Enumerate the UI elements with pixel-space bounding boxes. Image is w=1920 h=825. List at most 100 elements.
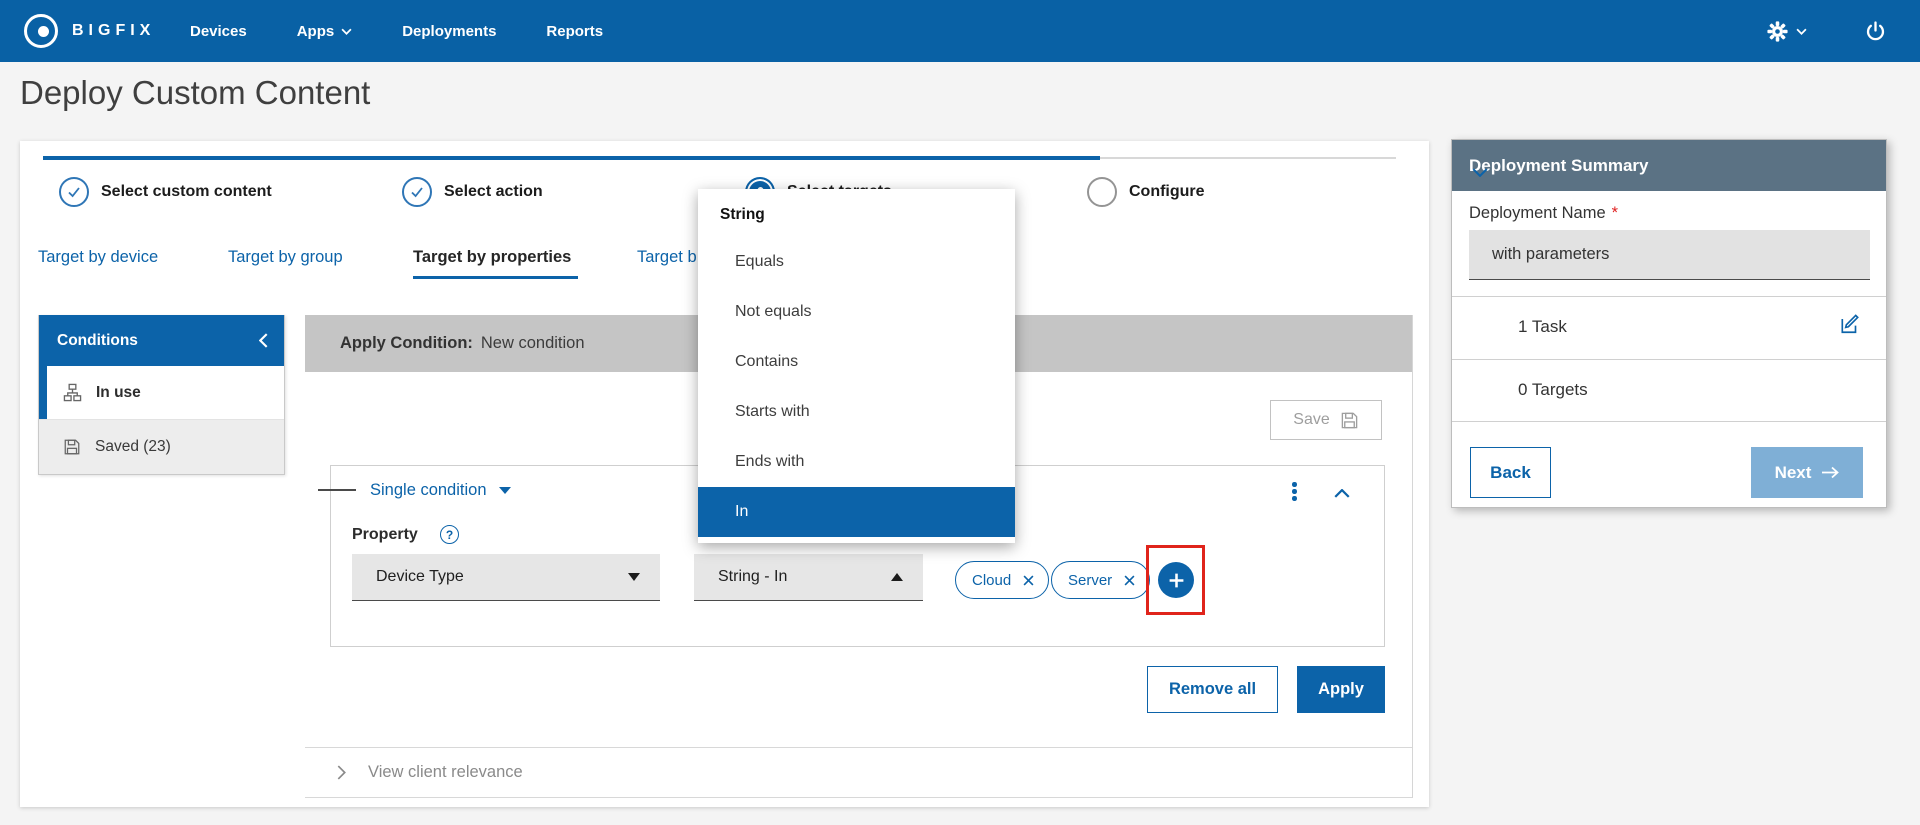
chevron-right-icon <box>337 765 346 780</box>
nav-item-apps[interactable]: Apps <box>297 23 353 40</box>
help-icon[interactable]: ? <box>440 525 459 544</box>
apply-condition-prefix: Apply Condition: <box>340 334 473 353</box>
targets-count: 0 Targets <box>1518 380 1588 400</box>
view-client-relevance-label: View client relevance <box>368 763 523 782</box>
chevron-down-icon[interactable] <box>1472 164 1488 182</box>
value-chip-server[interactable]: Server <box>1051 561 1150 599</box>
step-complete-icon <box>402 177 432 207</box>
stepper-remaining-line <box>1100 157 1396 159</box>
hierarchy-icon <box>63 383 82 402</box>
step-configure[interactable]: Configure <box>1087 177 1205 207</box>
stepper-progress-line <box>43 156 1100 160</box>
conditions-panel: Conditions In use Sa <box>38 315 285 475</box>
close-icon[interactable] <box>1023 575 1034 586</box>
nav-item-reports[interactable]: Reports <box>546 23 603 40</box>
gear-icon <box>1767 21 1788 42</box>
deployment-summary-panel: Deployment Summary Deployment Name* 1 Ta… <box>1451 139 1887 508</box>
divider <box>1452 421 1886 422</box>
save-icon <box>1340 411 1359 430</box>
add-value-button[interactable] <box>1158 562 1194 598</box>
operator-select[interactable]: String - In <box>694 554 923 601</box>
arrow-right-icon <box>1821 466 1839 479</box>
dropdown-option-contains[interactable]: Contains <box>698 337 1015 387</box>
brand-name: BIGFIX <box>72 22 155 40</box>
dropdown-option-ends-with[interactable]: Ends with <box>698 437 1015 487</box>
divider <box>1452 296 1886 297</box>
chevron-down-icon <box>341 28 352 35</box>
bigfix-logo[interactable]: BIGFIX <box>24 0 155 62</box>
step-label: Select action <box>444 183 543 201</box>
condition-type-label: Single condition <box>370 481 487 500</box>
nav-right <box>1767 0 1886 62</box>
caret-down-icon <box>499 487 511 494</box>
page-title: Deploy Custom Content <box>20 74 370 112</box>
conditions-item-saved[interactable]: Saved (23) <box>39 420 284 474</box>
view-client-relevance-toggle[interactable]: View client relevance <box>305 747 1412 798</box>
dropdown-option-in[interactable]: In <box>698 487 1015 537</box>
step-select-custom-content[interactable]: Select custom content <box>59 177 272 207</box>
conditions-item-label: In use <box>96 384 141 402</box>
step-pending-icon <box>1087 177 1117 207</box>
nav-item-label: Devices <box>190 23 247 40</box>
save-button[interactable]: Save <box>1270 400 1382 440</box>
caret-down-icon <box>628 573 640 581</box>
collapse-chevron-left-icon[interactable] <box>259 333 268 348</box>
content-right-border <box>1412 315 1413 798</box>
property-label: Property <box>352 526 418 544</box>
apply-condition-name: New condition <box>481 334 585 353</box>
save-button-label: Save <box>1293 411 1329 429</box>
remove-all-button[interactable]: Remove all <box>1147 666 1278 713</box>
step-complete-icon <box>59 177 89 207</box>
edit-icon[interactable] <box>1839 313 1861 340</box>
logout-button[interactable] <box>1865 21 1886 42</box>
condition-type-select[interactable]: Single condition <box>370 481 511 500</box>
power-icon <box>1865 21 1886 42</box>
nav-item-label: Deployments <box>402 23 496 40</box>
check-icon <box>65 183 83 201</box>
dropdown-option-starts-with[interactable]: Starts with <box>698 387 1015 437</box>
dropdown-option-not-equals[interactable]: Not equals <box>698 287 1015 337</box>
property-select[interactable]: Device Type <box>352 554 660 601</box>
tab-target-by-properties[interactable]: Target by properties <box>413 248 571 267</box>
operator-select-value: String - In <box>718 568 891 586</box>
plus-icon <box>1168 572 1185 589</box>
bigfix-logo-icon <box>24 14 58 48</box>
deployment-name-label-text: Deployment Name <box>1469 204 1606 222</box>
active-tab-underline <box>413 276 578 279</box>
apply-button[interactable]: Apply <box>1297 666 1385 713</box>
operator-dropdown: String Equals Not equals Contains Starts… <box>698 189 1015 543</box>
step-label: Configure <box>1129 183 1205 201</box>
nav-item-devices[interactable]: Devices <box>190 23 247 40</box>
property-select-value: Device Type <box>376 568 628 586</box>
next-button-label: Next <box>1775 463 1812 483</box>
tab-target-by-fourth[interactable]: Target b <box>637 248 697 267</box>
condition-card-dash <box>318 489 356 491</box>
nav-item-label: Reports <box>546 23 603 40</box>
app-root: BIGFIX Devices Apps Deployments Reports <box>0 0 1920 825</box>
nav-item-label: Apps <box>297 23 335 40</box>
collapse-chevron-up-icon[interactable] <box>1334 485 1350 503</box>
tab-target-by-device[interactable]: Target by device <box>38 248 158 267</box>
conditions-item-in-use[interactable]: In use <box>39 366 284 420</box>
chip-label: Cloud <box>972 572 1011 589</box>
close-icon[interactable] <box>1124 575 1135 586</box>
nav-menu: Devices Apps Deployments Reports <box>190 0 603 62</box>
nav-item-deployments[interactable]: Deployments <box>402 23 496 40</box>
dropdown-group-label: String <box>698 189 1015 237</box>
back-button[interactable]: Back <box>1470 447 1551 498</box>
deployment-name-input[interactable] <box>1469 230 1870 280</box>
chip-label: Server <box>1068 572 1112 589</box>
settings-menu[interactable] <box>1767 21 1807 42</box>
chevron-down-icon <box>1796 28 1807 35</box>
dropdown-option-equals[interactable]: Equals <box>698 237 1015 287</box>
check-icon <box>408 183 426 201</box>
tab-target-by-group[interactable]: Target by group <box>228 248 343 267</box>
top-nav: BIGFIX Devices Apps Deployments Reports <box>0 0 1920 62</box>
next-button[interactable]: Next <box>1751 447 1863 498</box>
conditions-panel-header: Conditions <box>39 315 284 366</box>
kebab-menu-icon[interactable] <box>1292 482 1297 501</box>
conditions-item-label: Saved (23) <box>95 438 171 456</box>
value-chip-cloud[interactable]: Cloud <box>955 561 1049 599</box>
caret-up-icon <box>891 573 903 581</box>
step-select-action[interactable]: Select action <box>402 177 543 207</box>
